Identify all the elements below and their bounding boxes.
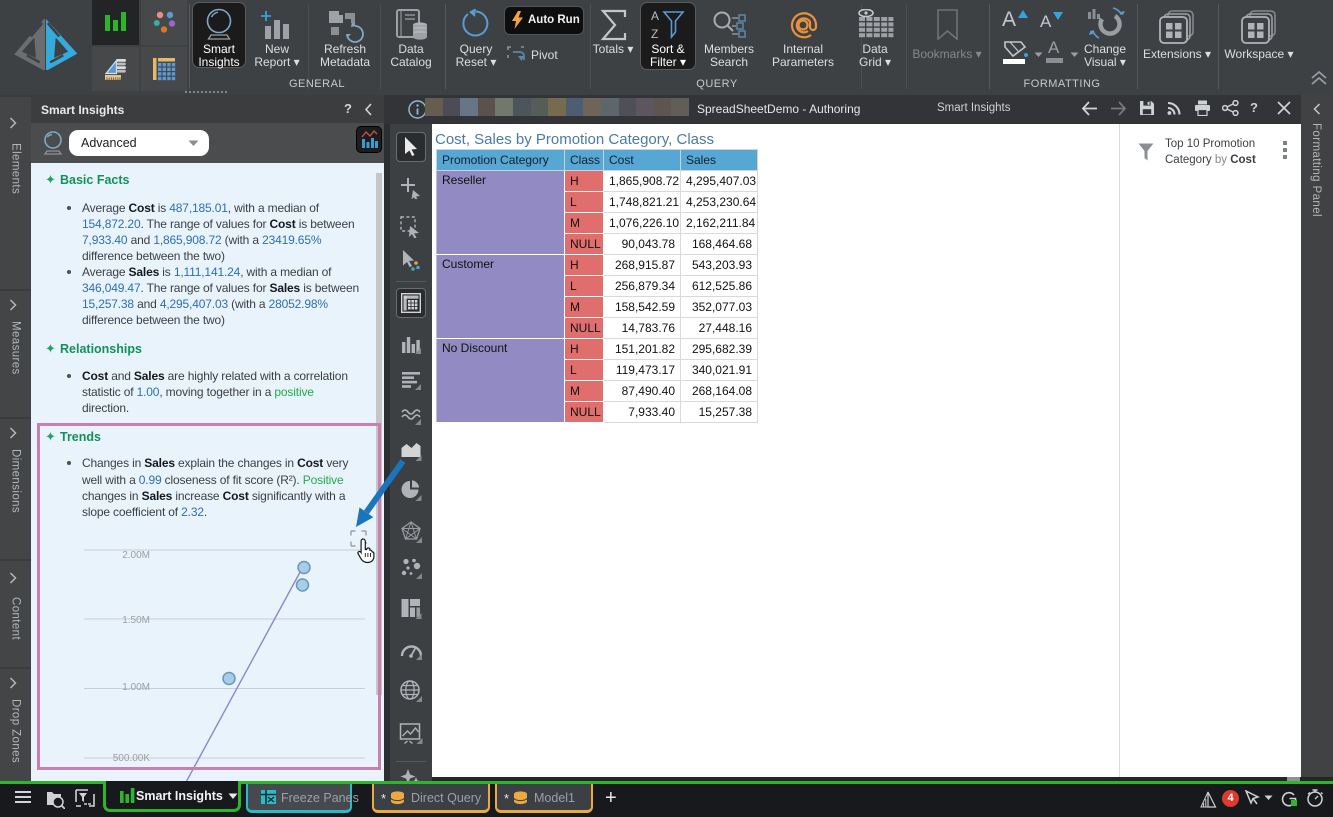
svg-text:Z: Z	[651, 27, 658, 41]
svg-text:A: A	[651, 9, 659, 23]
